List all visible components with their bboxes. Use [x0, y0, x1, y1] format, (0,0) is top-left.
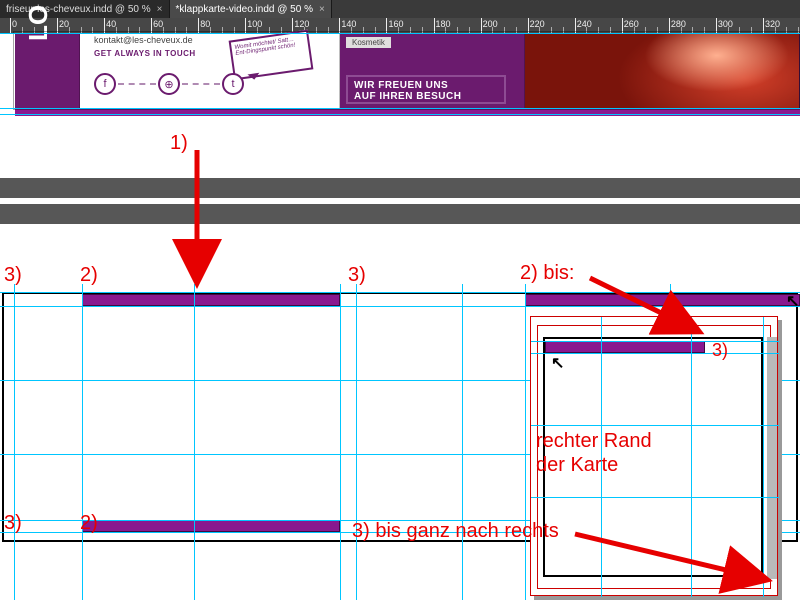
- kosmetik-tag: Kosmetik: [346, 37, 391, 48]
- contact-slogan: GET ALWAYS IN TOUCH: [94, 49, 196, 58]
- cursor-icon: ↖: [551, 353, 564, 373]
- guide-line[interactable]: [194, 284, 195, 600]
- guide-line[interactable]: [462, 284, 463, 600]
- guide-line[interactable]: [340, 284, 341, 600]
- annotation-2-bis: 2) bis:: [520, 262, 574, 285]
- tab-doc-2[interactable]: *klappkarte-video.indd @ 50 % ×: [170, 0, 332, 18]
- close-icon[interactable]: ×: [157, 4, 163, 15]
- guide-line[interactable]: [0, 306, 800, 307]
- annotation-3-left: 3): [4, 264, 22, 287]
- annotation-2-left: 2): [80, 264, 98, 287]
- guide-line[interactable]: [0, 108, 800, 109]
- guide-line: [531, 497, 779, 498]
- zoom-magenta-bar: [545, 341, 705, 353]
- ruler-label: 80: [200, 19, 210, 29]
- ruler-tick: [104, 18, 105, 33]
- annotation-3-right: 3): [712, 340, 728, 361]
- magenta-bar-bottom-left[interactable]: [82, 520, 340, 532]
- annotation-3-mid: 3): [348, 264, 366, 287]
- annotation-2-bottom-left: 2): [80, 512, 98, 535]
- magenta-bar-top-left[interactable]: [82, 294, 340, 306]
- ruler-tick: [386, 18, 387, 33]
- guide-line[interactable]: [356, 284, 357, 600]
- brochure-panel-logo[interactable]: LO: [15, 33, 80, 108]
- pasteboard-gap: [0, 178, 800, 198]
- brochure-panel-kosmetik[interactable]: Kosmetik WIR FREUEN UNS AUF IHREN BESUCH: [340, 33, 525, 108]
- facebook-icon[interactable]: f: [94, 73, 116, 95]
- annotation-3-bottom-left: 3): [4, 512, 22, 535]
- divider-dash: [118, 83, 156, 85]
- ruler-label: 320: [765, 19, 780, 29]
- zoom-pasteboard: [767, 337, 777, 579]
- ruler-label: 100: [247, 19, 262, 29]
- ruler-tick: [716, 18, 717, 33]
- ruler-tick: [245, 18, 246, 33]
- model-hair-image: [525, 33, 799, 108]
- ruler-label: 220: [530, 19, 545, 29]
- ruler-label: 0: [12, 19, 17, 29]
- guide-line: [531, 425, 779, 426]
- annotation-1: 1): [170, 132, 188, 155]
- horizontal-ruler[interactable]: 0204060801001201401601802002202402602803…: [0, 18, 800, 33]
- welcome-line-2: AUF IHREN BESUCH: [354, 91, 461, 102]
- guide-line[interactable]: [14, 284, 15, 600]
- document-tab-bar: friseur-les-cheveux.indd @ 50 % × *klapp…: [0, 0, 800, 18]
- tab-label: *klappkarte-video.indd @ 50 %: [176, 4, 313, 15]
- annotation-rechter-rand-2: der Karte: [536, 454, 618, 477]
- guide-line[interactable]: [525, 284, 526, 600]
- guide-line: [763, 317, 764, 597]
- guide-line: [691, 317, 692, 597]
- ruler-label: 200: [483, 19, 498, 29]
- logo-text: LO: [23, 1, 83, 41]
- guide-line[interactable]: [0, 292, 800, 293]
- guide-line[interactable]: [0, 114, 800, 115]
- ruler-tick: [434, 18, 435, 33]
- welcome-line-1: WIR FREUEN UNS: [354, 80, 448, 91]
- ruler-tick: [10, 18, 11, 33]
- ruler-label: 160: [388, 19, 403, 29]
- brochure-panel-photo[interactable]: [525, 33, 800, 108]
- close-icon[interactable]: ×: [319, 4, 325, 15]
- pasteboard-gap: [0, 204, 800, 224]
- ruler-label: 60: [153, 19, 163, 29]
- twitter-icon[interactable]: t: [222, 73, 244, 95]
- divider-dash: [182, 83, 220, 85]
- guide-line: [531, 341, 779, 342]
- social-icon-row: f ⊕ t: [94, 73, 244, 95]
- ruler-tick: [575, 18, 576, 33]
- ruler-tick: [339, 18, 340, 33]
- ruler-label: 180: [436, 19, 451, 29]
- ruler-tick: [481, 18, 482, 33]
- ruler-label: 120: [294, 19, 309, 29]
- ruler-label: 260: [624, 19, 639, 29]
- ruler-label: 40: [106, 19, 116, 29]
- welcome-text: WIR FREUEN UNS AUF IHREN BESUCH: [346, 75, 506, 104]
- ruler-label: 240: [577, 19, 592, 29]
- ruler-label: 280: [671, 19, 686, 29]
- magenta-bar-top-right[interactable]: [525, 294, 800, 306]
- cursor-icon: ↖: [786, 291, 799, 311]
- ruler-tick: [669, 18, 670, 33]
- annotation-rechter-rand-1: rechter Rand: [536, 430, 652, 453]
- ruler-label: 300: [718, 19, 733, 29]
- guide-line[interactable]: [82, 284, 83, 600]
- contact-email: kontakt@les-cheveux.de: [94, 35, 193, 45]
- ruler-tick: [763, 18, 764, 33]
- ruler-tick: [198, 18, 199, 33]
- globe-icon[interactable]: ⊕: [158, 73, 180, 95]
- ruler-tick: [528, 18, 529, 33]
- ruler-label: 140: [341, 19, 356, 29]
- guide-line[interactable]: [0, 33, 800, 34]
- brochure-panel-contact[interactable]: kontakt@les-cheveux.de GET ALWAYS IN TOU…: [80, 33, 340, 108]
- ruler-tick: [622, 18, 623, 33]
- annotation-3-ganz: 3) bis ganz nach rechts: [352, 520, 559, 543]
- guide-line: [531, 353, 779, 354]
- brochure-spread[interactable]: LO kontakt@les-cheveux.de GET ALWAYS IN …: [0, 33, 800, 123]
- ruler-tick: [151, 18, 152, 33]
